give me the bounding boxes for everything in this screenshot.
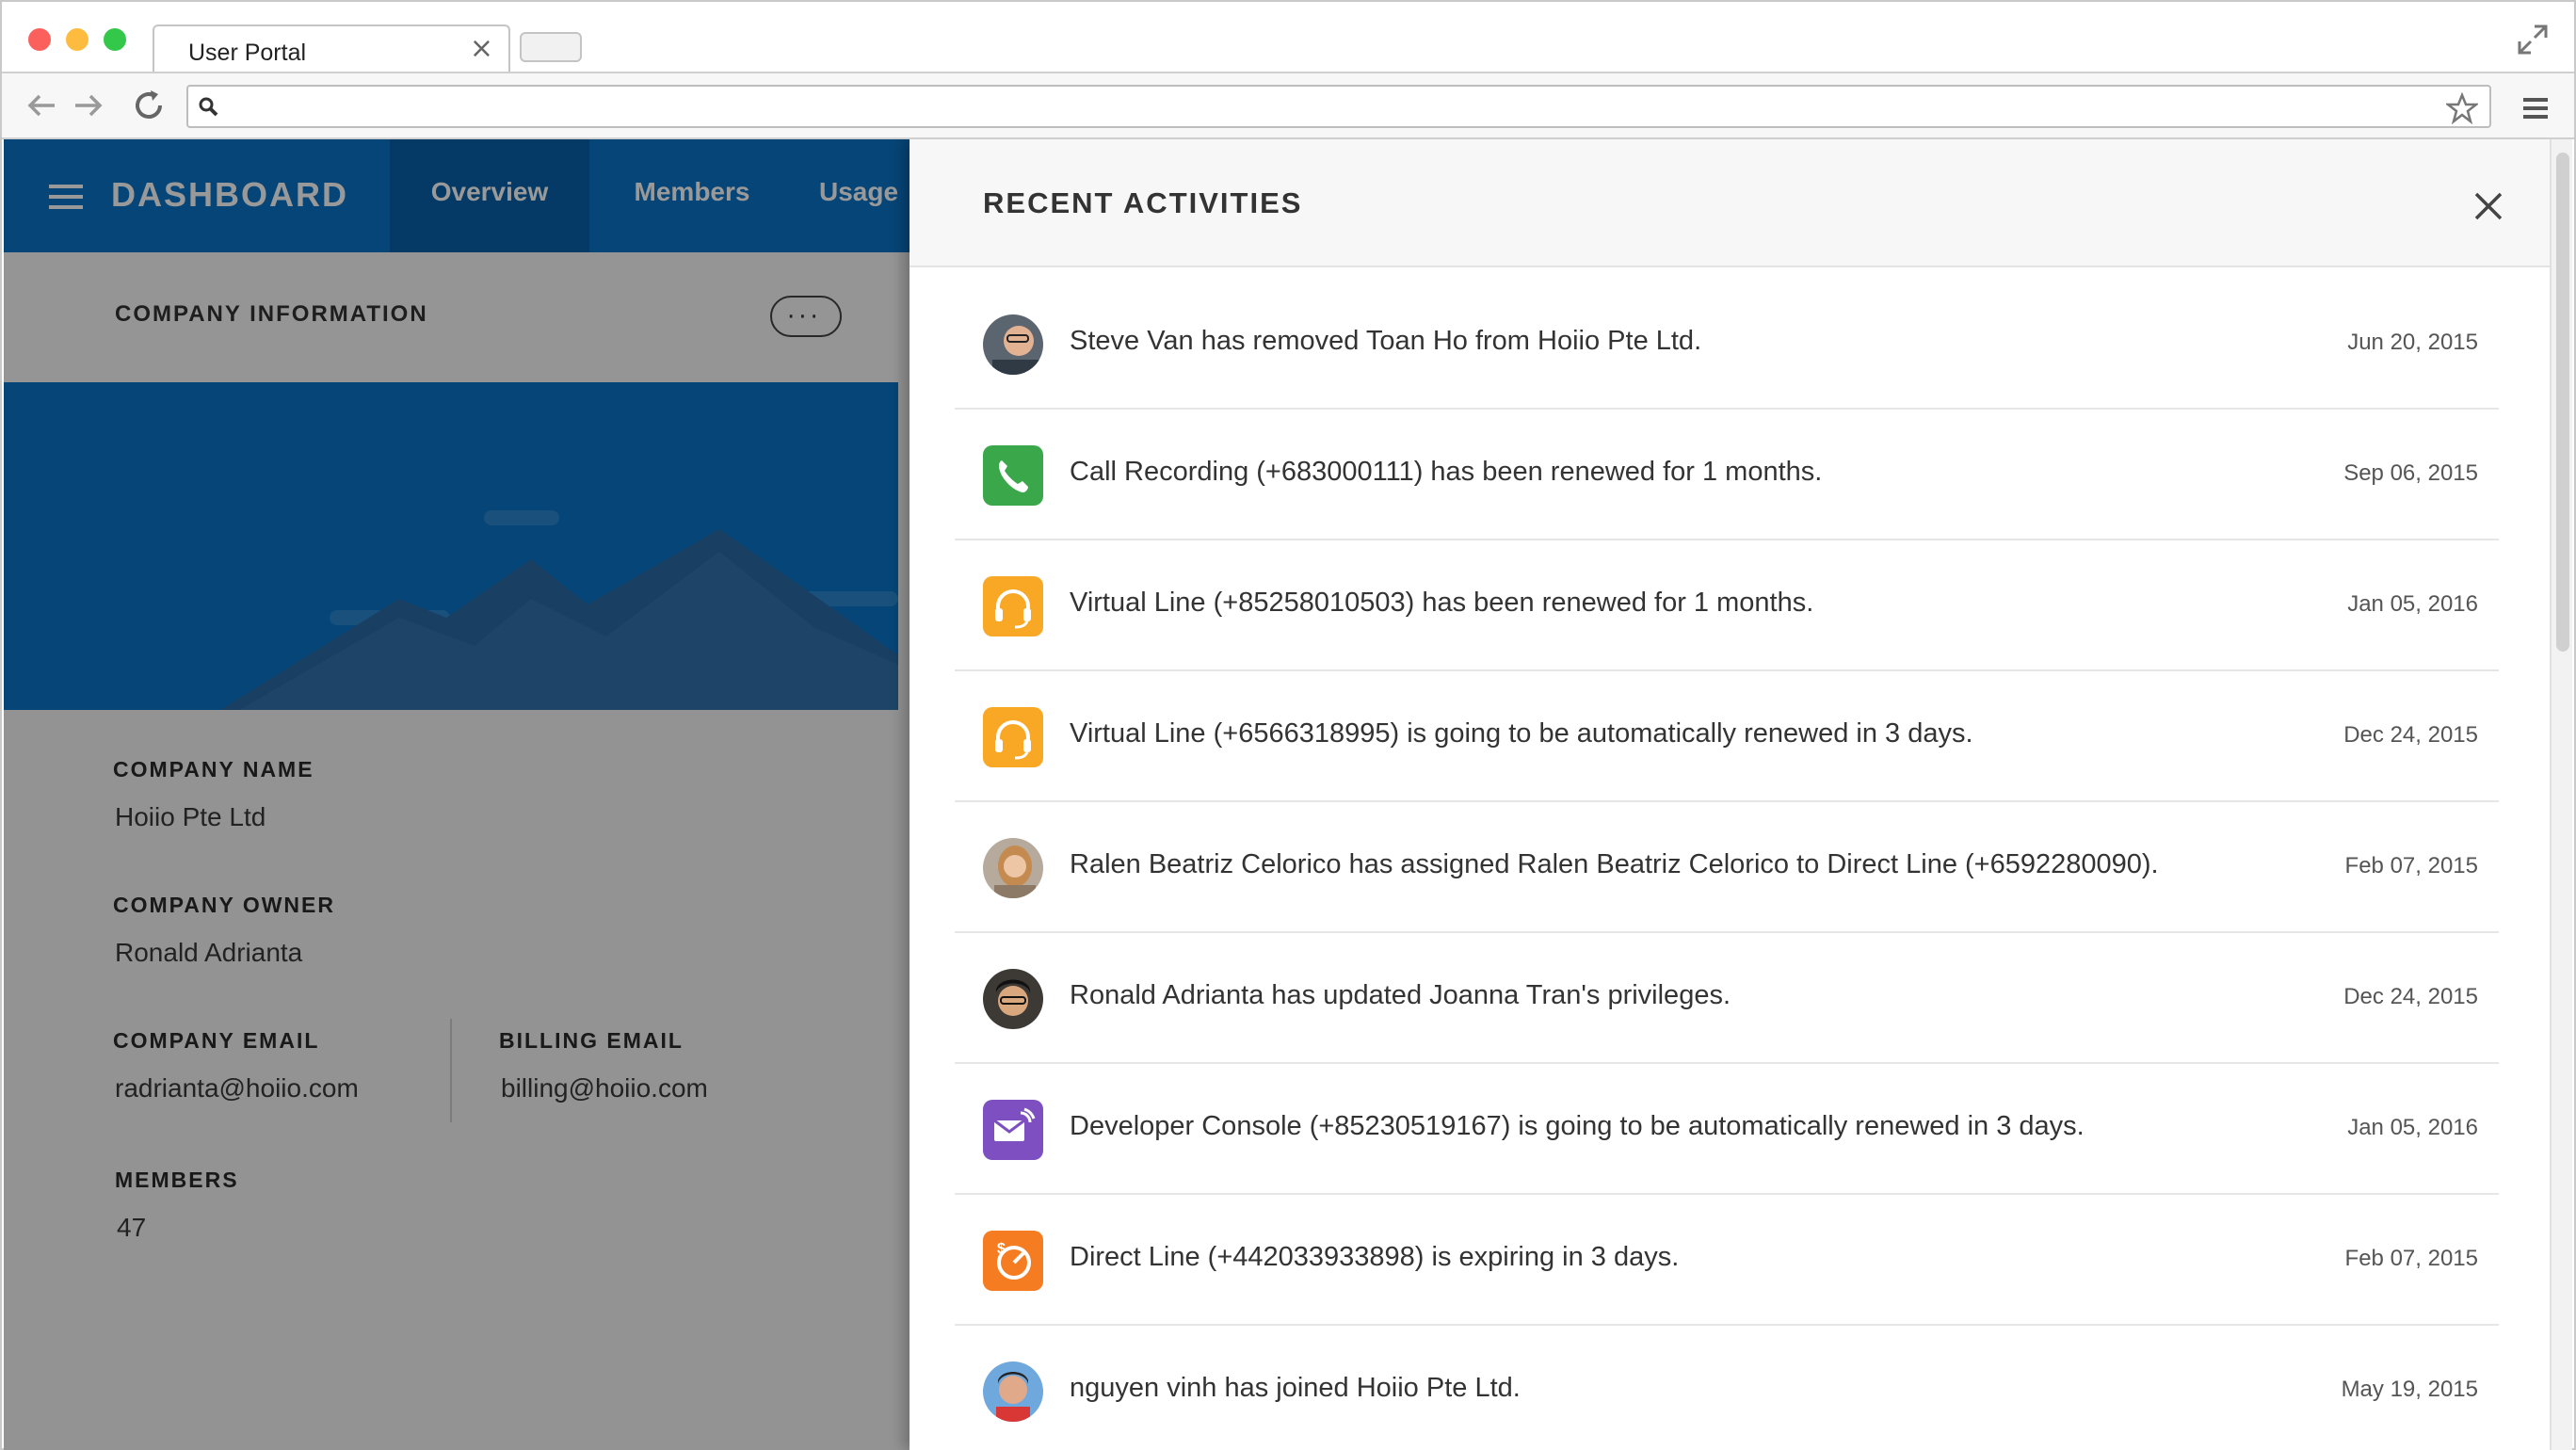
dashboard-app: DASHBOARD Overview Members Usage COMPANY… — [4, 139, 910, 1450]
browser-window: User Portal × DASHBOARD Overview Members… — [0, 0, 2576, 1450]
activity-row[interactable]: Steve Van has removed Toan Ho from Hoiio… — [955, 279, 2499, 410]
tab-title: User Portal — [188, 40, 307, 66]
svg-text:$: $ — [997, 1241, 1006, 1257]
browser-menu-icon[interactable] — [2521, 94, 2550, 122]
maximize-window-button[interactable] — [104, 28, 126, 51]
page-content: DASHBOARD Overview Members Usage COMPANY… — [4, 139, 2572, 1450]
activity-date: Dec 24, 2015 — [2343, 984, 2478, 1009]
activity-date: Jun 20, 2015 — [2347, 330, 2478, 355]
fullscreen-icon[interactable] — [2516, 23, 2550, 56]
activity-date: Jan 05, 2016 — [2347, 591, 2478, 617]
browser-toolbar — [2, 72, 2574, 139]
close-window-button[interactable] — [28, 28, 51, 51]
recent-activities-panel: RECENT ACTIVITIES Steve Van has removed … — [910, 139, 2550, 1450]
activity-text: Ronald Adrianta has updated Joanna Tran'… — [1070, 980, 1731, 1010]
call-recording-icon — [983, 445, 1043, 506]
activity-text: Steve Van has removed Toan Ho from Hoiio… — [1070, 326, 1702, 356]
page-scrollbar[interactable] — [2550, 139, 2572, 1450]
activity-row[interactable]: Virtual Line (+6566318995) is going to b… — [955, 671, 2499, 802]
activity-date: Jan 05, 2016 — [2347, 1115, 2478, 1140]
search-icon — [199, 97, 218, 117]
scrollbar-thumb[interactable] — [2556, 153, 2569, 652]
panel-header: RECENT ACTIVITIES — [910, 139, 2550, 267]
avatar-icon — [983, 314, 1043, 375]
back-arrow-icon[interactable] — [23, 87, 60, 124]
forward-arrow-icon[interactable] — [70, 87, 107, 124]
minimize-window-button[interactable] — [66, 28, 89, 51]
activity-row[interactable]: $ Direct Line (+442033933898) is expirin… — [955, 1195, 2499, 1326]
panel-title: RECENT ACTIVITIES — [983, 186, 1303, 219]
activity-text: Call Recording (+683000111) has been ren… — [1070, 457, 1823, 487]
activity-date: May 19, 2015 — [2341, 1377, 2478, 1402]
activity-date: Dec 24, 2015 — [2343, 722, 2478, 748]
activity-list: Steve Van has removed Toan Ho from Hoiio… — [955, 279, 2499, 1450]
activity-row[interactable]: Virtual Line (+85258010503) has been ren… — [955, 540, 2499, 671]
activity-row[interactable]: Developer Console (+85230519167) is goin… — [955, 1064, 2499, 1195]
activity-date: Feb 07, 2015 — [2344, 853, 2478, 878]
activity-row[interactable]: Ronald Adrianta has updated Joanna Tran'… — [955, 933, 2499, 1064]
browser-tab[interactable]: User Portal × — [153, 24, 510, 73]
tab-strip: User Portal × — [2, 2, 2574, 73]
developer-console-icon — [983, 1100, 1043, 1160]
activity-text: Virtual Line (+85258010503) has been ren… — [1070, 588, 1814, 618]
direct-line-icon: $ — [983, 1231, 1043, 1291]
modal-backdrop[interactable] — [4, 139, 910, 1450]
url-input[interactable] — [230, 92, 2433, 121]
avatar-icon — [983, 1361, 1043, 1422]
virtual-line-icon — [983, 576, 1043, 636]
activity-text: Virtual Line (+6566318995) is going to b… — [1070, 718, 1973, 749]
tab-close-icon[interactable]: × — [470, 32, 493, 65]
bookmark-star-icon[interactable] — [2446, 92, 2478, 124]
activity-text: Ralen Beatriz Celorico has assigned Rale… — [1070, 849, 2159, 879]
activity-row[interactable]: Call Recording (+683000111) has been ren… — [955, 410, 2499, 540]
activity-text: Developer Console (+85230519167) is goin… — [1070, 1111, 2085, 1141]
avatar-icon — [983, 969, 1043, 1029]
address-bar[interactable] — [186, 85, 2491, 128]
activity-row[interactable]: Ralen Beatriz Celorico has assigned Rale… — [955, 802, 2499, 933]
activity-text: nguyen vinh has joined Hoiio Pte Ltd. — [1070, 1373, 1521, 1403]
reload-icon[interactable] — [130, 87, 168, 124]
activity-text: Direct Line (+442033933898) is expiring … — [1070, 1242, 1680, 1272]
activity-row[interactable]: nguyen vinh has joined Hoiio Pte Ltd. Ma… — [955, 1326, 2499, 1450]
virtual-line-icon — [983, 707, 1043, 767]
new-tab-button[interactable] — [520, 32, 582, 62]
avatar-icon — [983, 838, 1043, 898]
close-icon[interactable] — [2472, 190, 2504, 222]
activity-date: Sep 06, 2015 — [2343, 460, 2478, 486]
activity-date: Feb 07, 2015 — [2344, 1246, 2478, 1271]
